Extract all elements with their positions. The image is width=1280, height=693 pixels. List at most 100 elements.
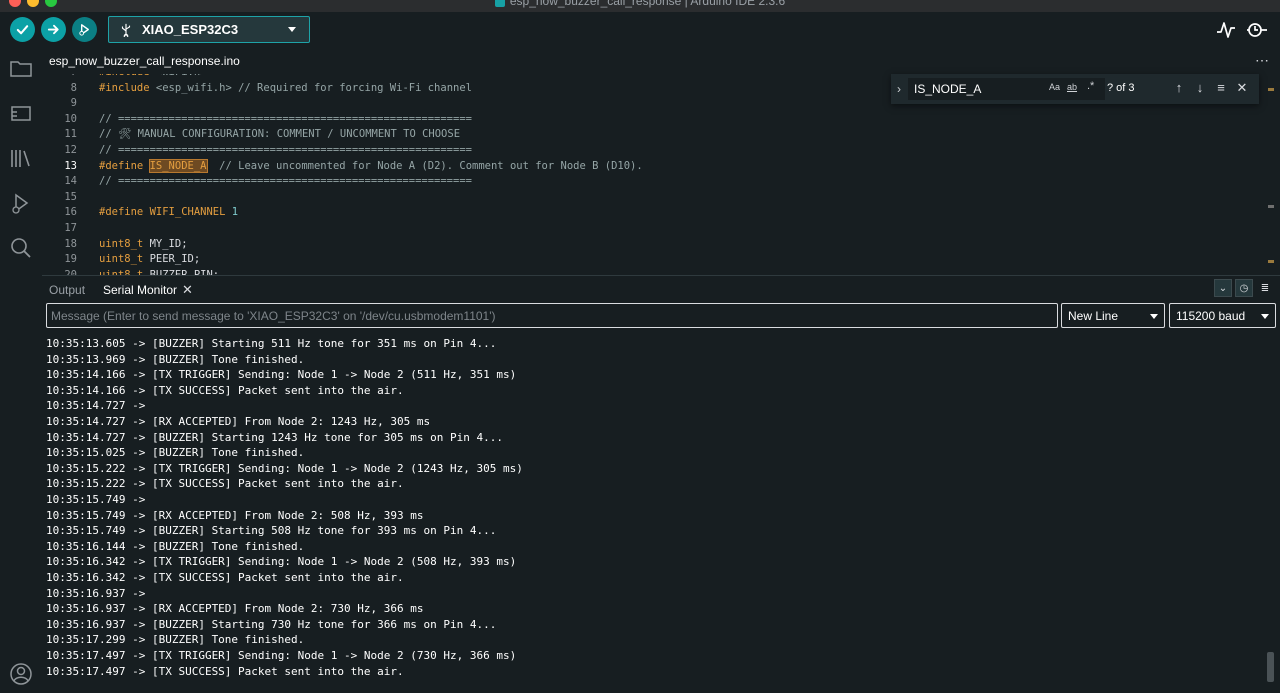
- log-line: 10:35:14.727 ->: [46, 399, 146, 413]
- code-text: uint8_t BUZZER_PIN;: [99, 268, 220, 275]
- account-icon[interactable]: [9, 662, 33, 686]
- log-line: 10:35:16.144 -> [BUZZER] Tone finished.: [46, 539, 305, 553]
- library-icon[interactable]: [9, 146, 33, 170]
- code-text: // =====================================…: [99, 144, 472, 156]
- log-line: 10:35:16.937 -> [BUZZER] Starting 730 Hz…: [46, 617, 497, 631]
- log-line: 10:35:14.166 -> [TX SUCCESS] Packet sent…: [46, 383, 404, 397]
- line-number: 8: [70, 81, 77, 94]
- log-line: 10:35:14.727 -> [BUZZER] Starting 1243 H…: [46, 430, 503, 444]
- code-line: 16 #define WIFI_CHANNEL 1: [42, 205, 1262, 221]
- whole-word-toggle[interactable]: ab: [1067, 82, 1077, 92]
- close-icon[interactable]: ✕: [182, 282, 193, 298]
- search-icon[interactable]: [9, 236, 33, 260]
- toolbar: XIAO_ESP32C3: [0, 12, 1280, 48]
- clear-output-icon[interactable]: ≣: [1256, 279, 1274, 297]
- timestamp-toggle-icon[interactable]: ◷: [1235, 279, 1253, 297]
- folder-icon[interactable]: [9, 56, 33, 80]
- serial-output: 10:35:13.605 -> [BUZZER] Starting 511 Hz…: [42, 336, 1264, 693]
- next-match-icon[interactable]: ↓: [1193, 81, 1207, 95]
- arrow-right-icon: [47, 24, 59, 35]
- log-line: 10:35:15.222 -> [TX TRIGGER] Sending: No…: [46, 461, 523, 475]
- regex-toggle[interactable]: .*: [1087, 80, 1094, 92]
- code-line: 20 uint8_t BUZZER_PIN;: [42, 268, 1262, 275]
- baud-rate-select[interactable]: 115200 baud: [1169, 303, 1276, 328]
- line-number: 20: [64, 268, 77, 275]
- usb-icon: [121, 23, 131, 37]
- code-text: #define WIFI_CHANNEL 1: [99, 206, 239, 219]
- more-actions-icon[interactable]: ⋯: [1255, 52, 1270, 69]
- debug-icon: [79, 24, 89, 36]
- line-number: 18: [64, 237, 77, 250]
- log-line: 10:35:14.166 -> [TX TRIGGER] Sending: No…: [46, 368, 517, 382]
- line-number: 13: [64, 159, 77, 172]
- code-line: 10 // ===================================…: [42, 112, 1262, 128]
- log-line: 10:35:15.749 ->: [46, 493, 146, 506]
- match-count: ? of 3: [1107, 82, 1135, 94]
- title-bar: esp_now_buzzer_call_response | Arduino I…: [0, 0, 1280, 12]
- log-line: 10:35:17.497 -> [TX TRIGGER] Sending: No…: [46, 649, 517, 662]
- code-text: #define IS_NODE_A // Leave uncommented f…: [99, 158, 643, 173]
- scrollbar-marker: [1268, 260, 1274, 263]
- log-line: 10:35:17.299 -> [BUZZER] Tone finished.: [46, 633, 305, 647]
- line-number: 17: [64, 222, 77, 234]
- code-text: #include <WiFi.h>: [99, 74, 206, 81]
- code-text: // =====================================…: [99, 112, 472, 125]
- code-text: uint8_t MY_ID;: [99, 237, 188, 250]
- scrollbar-marker: [1268, 88, 1274, 91]
- log-line: 10:35:16.342 -> [TX SUCCESS] Packet sent…: [46, 571, 404, 584]
- serial-plotter-icon[interactable]: [1215, 20, 1237, 40]
- line-number: 7: [42, 74, 77, 81]
- upload-button[interactable]: [41, 17, 66, 42]
- scrollbar[interactable]: [1267, 652, 1274, 682]
- line-number: 12: [64, 144, 77, 156]
- debug-icon[interactable]: [9, 191, 33, 215]
- log-line: 10:35:14.727 -> [RX ACCEPTED] From Node …: [46, 415, 431, 428]
- board-name: XIAO_ESP32C3: [142, 22, 239, 37]
- line-number: 11: [64, 128, 77, 141]
- match-case-toggle[interactable]: Aa: [1049, 82, 1060, 92]
- bottom-panel-tabs: Output Serial Monitor ✕ ⌄ ◷ ≣: [42, 276, 1280, 302]
- code-editor[interactable]: 7 #include <WiFi.h> 8 #include <esp_wifi.h>…: [42, 74, 1280, 275]
- scrollbar-marker: [1268, 205, 1274, 208]
- arduino-file-icon: [494, 0, 505, 7]
- check-icon: [16, 25, 29, 35]
- tab-serial-monitor[interactable]: Serial Monitor: [103, 283, 177, 297]
- line-number: 9: [70, 97, 77, 110]
- code-line: 15: [42, 190, 1262, 206]
- code-text: // =====================================…: [99, 175, 472, 188]
- verify-button[interactable]: [10, 17, 35, 42]
- find-widget: › Aa ab .* ? of 3 ↑ ↓ ≡ ✕: [891, 74, 1259, 104]
- log-line: 10:35:15.025 -> [BUZZER] Tone finished.: [46, 446, 305, 460]
- log-line: 10:35:15.222 -> [TX SUCCESS] Packet sent…: [46, 477, 404, 491]
- code-line: 11 // 🛠 MANUAL CONFIGURATION: COMMENT / U…: [42, 127, 1262, 143]
- window-title: esp_now_buzzer_call_response | Arduino I…: [0, 0, 1280, 8]
- autoscroll-toggle-icon[interactable]: ⌄: [1214, 279, 1232, 297]
- code-line: 17: [42, 221, 1262, 237]
- code-text: uint8_t PEER_ID;: [99, 253, 201, 266]
- tab-output[interactable]: Output: [49, 283, 85, 297]
- line-ending-select[interactable]: New Line: [1061, 303, 1165, 328]
- code-text: #include <esp_wifi.h> // Required for fo…: [99, 81, 472, 94]
- log-line: 10:35:13.969 -> [BUZZER] Tone finished.: [46, 352, 305, 366]
- log-line: 10:35:15.749 -> [RX ACCEPTED] From Node …: [46, 508, 424, 522]
- serial-monitor-icon[interactable]: [1246, 20, 1268, 40]
- serial-message-input[interactable]: [46, 303, 1058, 328]
- code-line: 13 #define IS_NODE_A // Leave uncommented…: [42, 158, 1262, 175]
- log-line: 10:35:15.749 -> [BUZZER] Starting 508 Hz…: [46, 524, 497, 538]
- log-line: 10:35:13.605 -> [BUZZER] Starting 511 Hz…: [46, 337, 497, 350]
- close-icon[interactable]: ✕: [1235, 81, 1249, 95]
- code-line: 12 // ===================================…: [42, 143, 1262, 159]
- chevron-right-icon[interactable]: ›: [897, 82, 901, 96]
- board-selector[interactable]: XIAO_ESP32C3: [108, 16, 310, 43]
- board-manager-icon[interactable]: [9, 101, 33, 125]
- line-number: 16: [64, 206, 77, 219]
- chevron-down-icon: [1150, 314, 1158, 319]
- code-line: 14 // ===================================…: [42, 174, 1262, 190]
- find-in-selection-icon[interactable]: ≡: [1214, 81, 1228, 95]
- log-line: 10:35:16.342 -> [TX TRIGGER] Sending: No…: [46, 555, 517, 569]
- previous-match-icon[interactable]: ↑: [1172, 81, 1186, 95]
- editor-tab-bar: esp_now_buzzer_call_response.ino ⋯: [42, 48, 1280, 74]
- log-line: 10:35:16.937 ->: [46, 586, 146, 600]
- debug-button[interactable]: [72, 17, 97, 42]
- tab-sketch[interactable]: esp_now_buzzer_call_response.ino: [42, 48, 247, 74]
